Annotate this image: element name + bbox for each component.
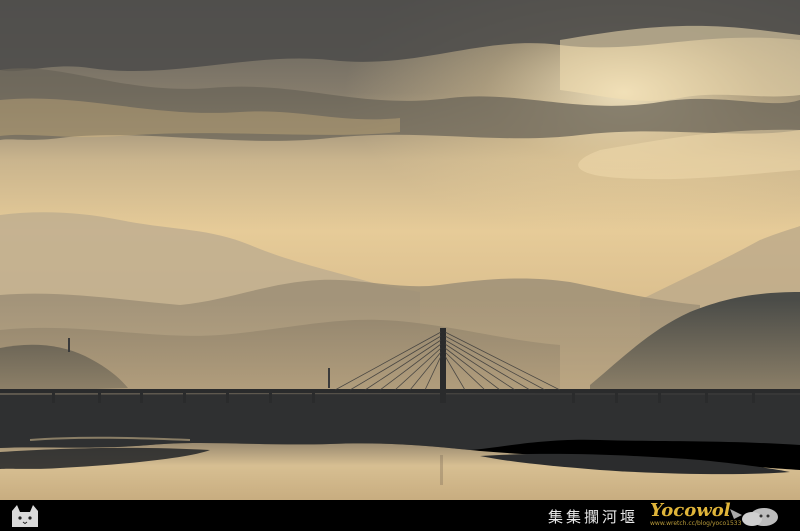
cat-logo-icon	[12, 505, 38, 527]
brand-name: Yocowol	[650, 500, 731, 521]
landscape-photo	[0, 0, 800, 500]
caption-bar: 集集攔河堰 Yocowol www.wretch.cc/blog/yoco153…	[0, 500, 800, 531]
bridge-pylon	[440, 328, 446, 403]
riverbank	[0, 392, 800, 450]
photo-frame: 集集攔河堰 Yocowol www.wretch.cc/blog/yoco153…	[0, 0, 800, 531]
photo-title: 集集攔河堰	[548, 508, 639, 526]
cloud-logo-icon	[730, 508, 778, 526]
